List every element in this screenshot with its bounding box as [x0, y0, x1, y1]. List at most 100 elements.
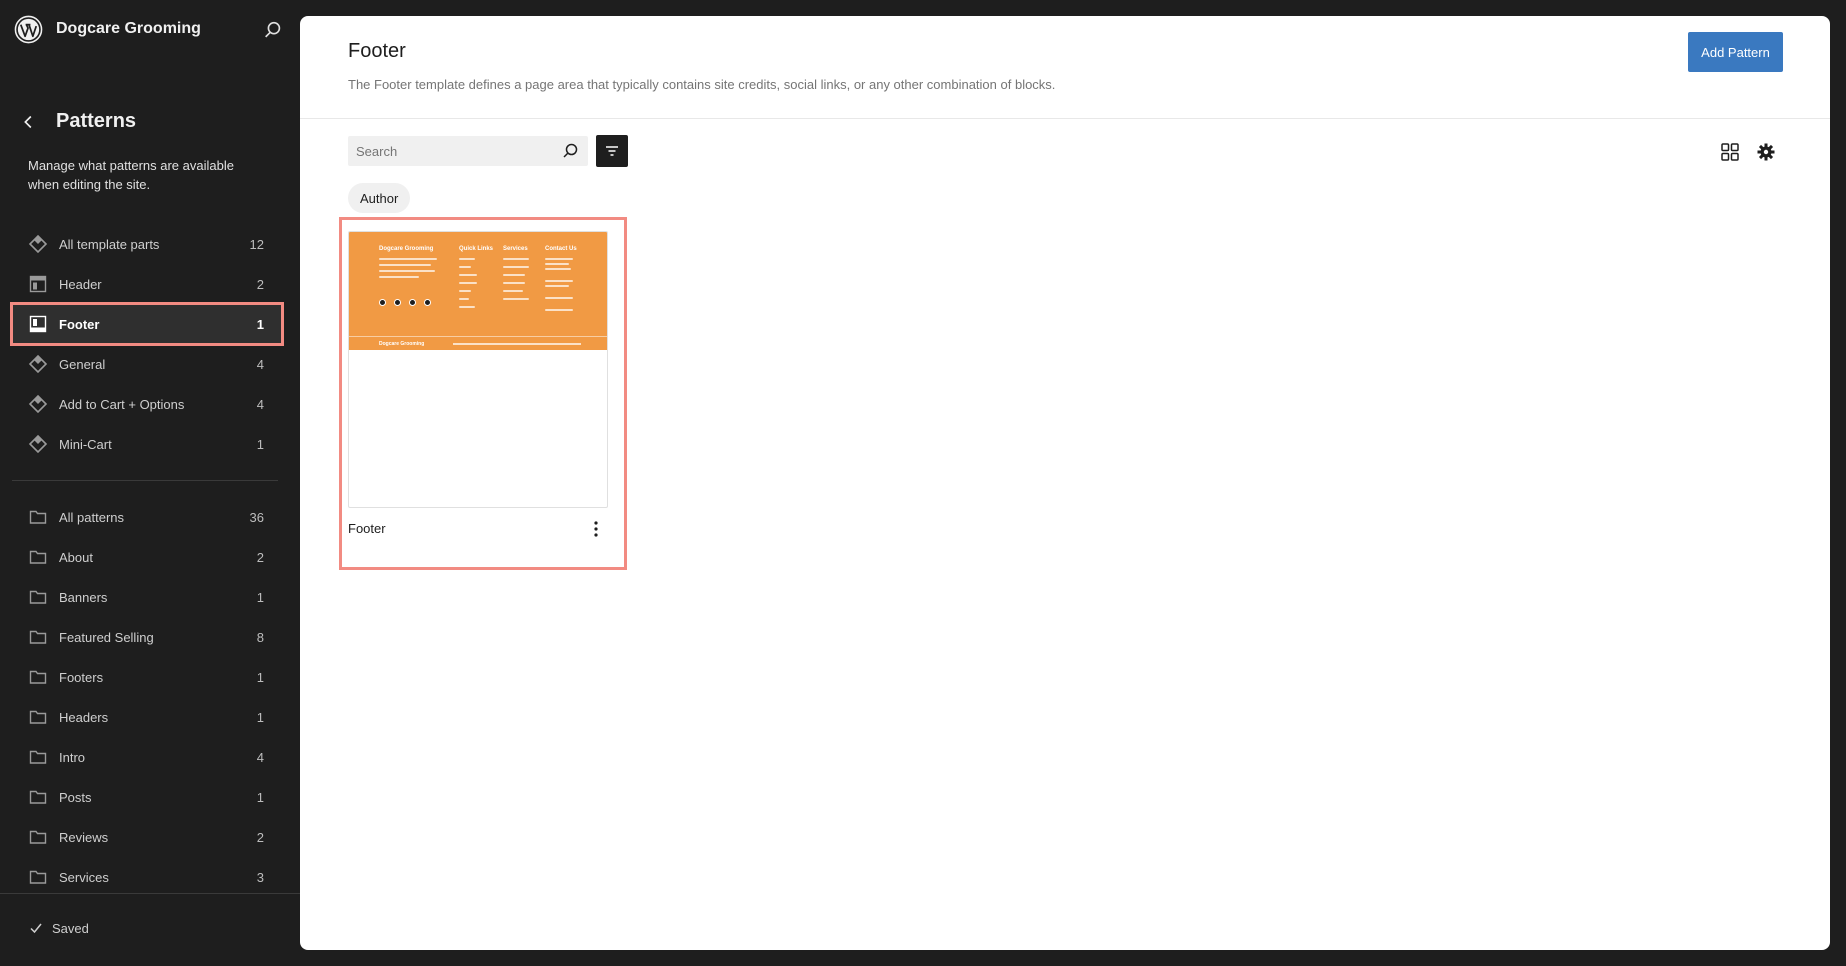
symbol-icon: [28, 434, 48, 454]
sidebar-footer-divider: [0, 893, 300, 894]
preview-text-line: [459, 274, 477, 276]
preview-text-line: [459, 266, 471, 268]
nav-item-posts[interactable]: Posts 1: [12, 777, 282, 817]
filter-button[interactable]: [596, 135, 628, 167]
nav-item-count: 4: [256, 396, 264, 412]
preview-text-line: [545, 263, 569, 265]
nav-item-intro[interactable]: Intro 4: [12, 737, 282, 777]
preview-text-line: [459, 306, 475, 308]
symbol-icon: [28, 234, 48, 254]
nav-item-label: Posts: [59, 789, 92, 805]
nav-item-count: 1: [256, 669, 264, 685]
nav-description: Manage what patterns are available when …: [28, 158, 234, 192]
nav-item-general[interactable]: General 4: [12, 344, 282, 384]
preview-copyright-line: [453, 343, 581, 345]
nav-item-reviews[interactable]: Reviews 2: [12, 817, 282, 857]
main-panel: Footer The Footer template defines a pag…: [300, 16, 1830, 950]
preview-text-line: [379, 258, 437, 260]
nav-item-all-template-parts[interactable]: All template parts 12: [12, 224, 282, 264]
nav-item-count: 8: [256, 629, 264, 645]
preview-brand-column: Dogcare Grooming: [379, 246, 439, 278]
preview-text-line: [459, 258, 475, 260]
nav-item-label: Banners: [59, 589, 108, 605]
save-status: Saved: [28, 920, 89, 936]
nav-item-footer[interactable]: Footer 1: [10, 302, 284, 346]
search-input[interactable]: [348, 136, 548, 166]
folder-icon: [28, 707, 48, 727]
pattern-card-title: Footer: [348, 521, 386, 536]
nav-item-services[interactable]: Services 3: [12, 857, 282, 897]
preview-social-icons: [379, 299, 439, 306]
nav-item-label: Add to Cart + Options: [59, 396, 185, 412]
preview-text-line: [503, 274, 525, 276]
nav-item-headers[interactable]: Headers 1: [12, 697, 282, 737]
nav-item-label: All template parts: [59, 236, 160, 252]
nav-item-footers[interactable]: Footers 1: [12, 657, 282, 697]
nav-item-about[interactable]: About 2: [12, 537, 282, 577]
folder-icon: [28, 587, 48, 607]
save-status-label: Saved: [52, 920, 89, 936]
page-header: Footer The Footer template defines a pag…: [300, 16, 1830, 119]
preview-text-line: [503, 282, 525, 284]
preview-text-line: [545, 297, 573, 299]
more-vertical-icon[interactable]: [586, 518, 606, 540]
search-icon[interactable]: [560, 141, 580, 161]
add-pattern-button[interactable]: Add Pattern: [1688, 32, 1783, 72]
nav-item-featured-selling[interactable]: Featured Selling 8: [12, 617, 282, 657]
preview-text-line: [459, 290, 471, 292]
symbol-icon: [28, 394, 48, 414]
site-title[interactable]: Dogcare Grooming: [56, 20, 201, 38]
preview-services-column: Services: [503, 246, 533, 300]
nav-item-header[interactable]: Header 2: [12, 264, 282, 304]
nav-item-label: Reviews: [59, 829, 109, 845]
nav-item-count: 1: [256, 316, 264, 332]
chevron-left-icon[interactable]: [18, 111, 40, 133]
search-box: [348, 136, 588, 166]
social-icon: [379, 299, 386, 306]
nav-item-count: 1: [256, 436, 264, 452]
preview-brand: Dogcare Grooming: [379, 246, 434, 252]
site-bar: Dogcare Grooming: [0, 0, 300, 60]
check-icon: [30, 923, 42, 934]
preview-text-line: [459, 282, 477, 284]
preview-text-line: [545, 285, 569, 287]
preview-text-line: [503, 290, 523, 292]
nav-item-label: Footers: [59, 669, 104, 685]
nav-item-count: 36: [249, 509, 264, 525]
nav-item-label: Header: [59, 276, 102, 292]
gear-icon[interactable]: [1754, 140, 1778, 164]
wordpress-logo-icon[interactable]: [14, 15, 43, 44]
nav-item-banners[interactable]: Banners 1: [12, 577, 282, 617]
preview-bottom-bar: Dogcare Grooming: [349, 336, 607, 350]
nav-item-label: All patterns: [59, 509, 125, 525]
social-icon: [394, 299, 401, 306]
nav-item-count: 3: [256, 869, 264, 885]
nav-item-count: 1: [256, 589, 264, 605]
nav-item-count: 2: [256, 829, 264, 845]
sidebar-divider: [12, 480, 278, 481]
nav-item-count: 1: [256, 789, 264, 805]
footer-icon: [28, 314, 48, 334]
preview-text-line: [379, 276, 419, 278]
social-icon: [424, 299, 431, 306]
folder-icon: [28, 747, 48, 767]
preview-text-line: [545, 309, 573, 311]
grid-view-icon[interactable]: [1718, 140, 1742, 164]
preview-services: Services: [503, 246, 528, 252]
nav-item-all-patterns[interactable]: All patterns 36: [12, 497, 282, 537]
preview-text-line: [545, 280, 573, 282]
nav-item-add-to-cart-options[interactable]: Add to Cart + Options 4: [12, 384, 282, 424]
search-icon[interactable]: [262, 19, 284, 41]
social-icon: [409, 299, 416, 306]
author-filter-chip[interactable]: Author: [348, 183, 411, 213]
nav-item-mini-cart[interactable]: Mini-Cart 1: [12, 424, 282, 464]
preview-text-line: [459, 298, 469, 300]
nav-item-label: Services: [59, 869, 109, 885]
pattern-card[interactable]: Dogcare Grooming Quick Links Services Co…: [348, 231, 608, 508]
nav-item-label: About: [59, 549, 93, 565]
preview-text-line: [379, 264, 431, 266]
preview-text-line: [503, 258, 529, 260]
nav-item-label: Footer: [59, 316, 100, 332]
preview-quick-links-column: Quick Links: [459, 246, 493, 308]
preview-text-line: [379, 270, 435, 272]
